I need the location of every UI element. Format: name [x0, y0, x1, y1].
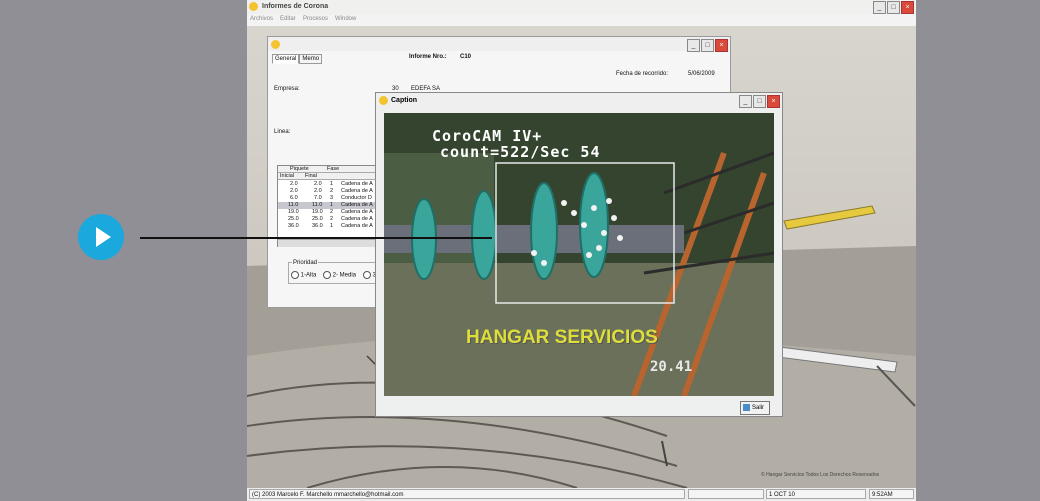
- caption-title: Caption: [391, 97, 418, 104]
- cell-inicial: 36.0: [288, 223, 299, 229]
- cell-inicial: 6.0: [290, 195, 298, 201]
- caption-close-button[interactable]: ×: [767, 95, 780, 108]
- corona-video-frame: CoroCAM IV+ count=522/Sec 54 HANGAR SERV…: [384, 113, 774, 396]
- grid-col-inicial: Inicial: [280, 173, 295, 179]
- cell-final: 36.0: [312, 223, 323, 229]
- cell-desc: Cadena de A: [341, 188, 373, 194]
- fecha-value[interactable]: 5/06/2009: [688, 71, 715, 77]
- fecha-label: Fecha de recorrido:: [616, 71, 669, 77]
- close-button[interactable]: ×: [901, 1, 914, 14]
- caption-maximize-button[interactable]: □: [753, 95, 766, 108]
- cell-inicial: 2.0: [290, 188, 298, 194]
- caption-minimize-button[interactable]: _: [739, 95, 752, 108]
- cell-inicial: 11.0: [288, 202, 299, 208]
- status-time: 9:52AM: [869, 489, 914, 499]
- brand-overlay: HANGAR SERVICIOS: [466, 327, 658, 348]
- status-date: 1 OCT 10: [766, 489, 866, 499]
- cell-desc: Cadena de A: [341, 223, 373, 229]
- osd-count-label: count=522/Sec 54: [440, 143, 601, 161]
- app-title: Informes de Corona: [262, 3, 329, 10]
- grid-col-final: Final: [305, 173, 317, 179]
- cell-desc: Cadena de A: [341, 202, 373, 208]
- menu-window[interactable]: Window: [335, 16, 356, 22]
- status-empty-panel: [688, 489, 764, 499]
- cell-final: 25.0: [312, 216, 323, 222]
- prioridad-label: Prioridad: [292, 260, 319, 266]
- counter-overlay: 20.41: [650, 359, 693, 375]
- informe-logo-icon: [271, 40, 280, 49]
- cell-fase: 2: [330, 209, 334, 215]
- informe-number-value: C10: [460, 54, 472, 60]
- empresa-label: Empresa:: [274, 86, 300, 92]
- cell-inicial: 2.0: [290, 181, 298, 187]
- radio-alta-label: 1-Alta: [300, 272, 317, 279]
- radio-media[interactable]: [323, 271, 331, 279]
- cell-final: 2.0: [314, 188, 322, 194]
- cell-final: 7.0: [314, 195, 322, 201]
- cell-fase: 3: [330, 195, 334, 201]
- cell-final: 11.0: [312, 202, 323, 208]
- app-titlebar: Informes de Corona _ □ ×: [247, 0, 916, 14]
- menu-procesos[interactable]: Procesos: [303, 16, 328, 22]
- linea-label: Linea:: [274, 129, 291, 135]
- cell-desc: Conductor D: [341, 195, 372, 201]
- radio-baja[interactable]: [363, 271, 371, 279]
- tab-memo[interactable]: Memo: [299, 54, 323, 64]
- caption-logo-icon: [379, 96, 388, 105]
- maximize-button[interactable]: □: [887, 1, 900, 14]
- play-icon: [96, 227, 111, 247]
- informe-close-button[interactable]: ×: [715, 39, 728, 52]
- cell-final: 19.0: [312, 209, 323, 215]
- cell-final: 2.0: [314, 181, 322, 187]
- statusbar: (C) 2003 Marcelo F. Marchello mmarchello…: [247, 488, 916, 501]
- salir-button[interactable]: Salir: [740, 401, 770, 415]
- salir-label: Salir: [752, 405, 765, 411]
- cell-inicial: 19.0: [288, 209, 299, 215]
- cell-desc: Cadena de A: [341, 216, 373, 222]
- status-credit: (C) 2003 Marcelo F. Marchello mmarchello…: [249, 489, 685, 499]
- radio-alta[interactable]: [291, 271, 299, 279]
- cell-desc: Cadena de A: [341, 209, 373, 215]
- cell-fase: 2: [330, 216, 334, 222]
- minimize-button[interactable]: _: [873, 1, 886, 14]
- app-window: Informes de Corona _ □ × Archivos Editar…: [247, 0, 916, 501]
- informe-titlebar: _ □ ×: [268, 37, 730, 52]
- menu-archivos[interactable]: Archivos: [250, 16, 273, 22]
- cell-fase: 1: [330, 202, 334, 208]
- play-button[interactable]: [78, 214, 124, 260]
- cell-fase: 1: [330, 223, 334, 229]
- cell-inicial: 25.0: [288, 216, 299, 222]
- pointer-line: [140, 237, 492, 239]
- app-logo-icon: [249, 2, 258, 11]
- menu-editar[interactable]: Editar: [280, 16, 296, 22]
- tab-general[interactable]: General: [272, 54, 300, 64]
- exit-icon: [743, 403, 750, 411]
- radio-media-label: 2- Media: [332, 272, 357, 279]
- cell-fase: 2: [330, 188, 334, 194]
- caption-titlebar: Caption _ □ ×: [376, 93, 782, 108]
- cell-desc: Cadena de A: [341, 181, 373, 187]
- informe-number-label: Informe Nro.:: [409, 54, 447, 60]
- watermark-text: © Hangar Servicios Todos Los Derechos Re…: [761, 472, 880, 478]
- caption-window: Caption _ □ × CoroCAM IV+ count=522/Sec …: [375, 92, 783, 417]
- menubar: Archivos Editar Procesos Window: [247, 14, 916, 26]
- grid-header-fase: Fase: [327, 166, 340, 172]
- informe-maximize-button[interactable]: □: [701, 39, 714, 52]
- cell-fase: 1: [330, 181, 334, 187]
- informe-minimize-button[interactable]: _: [687, 39, 700, 52]
- grid-header-piquete: Piquete: [290, 166, 309, 172]
